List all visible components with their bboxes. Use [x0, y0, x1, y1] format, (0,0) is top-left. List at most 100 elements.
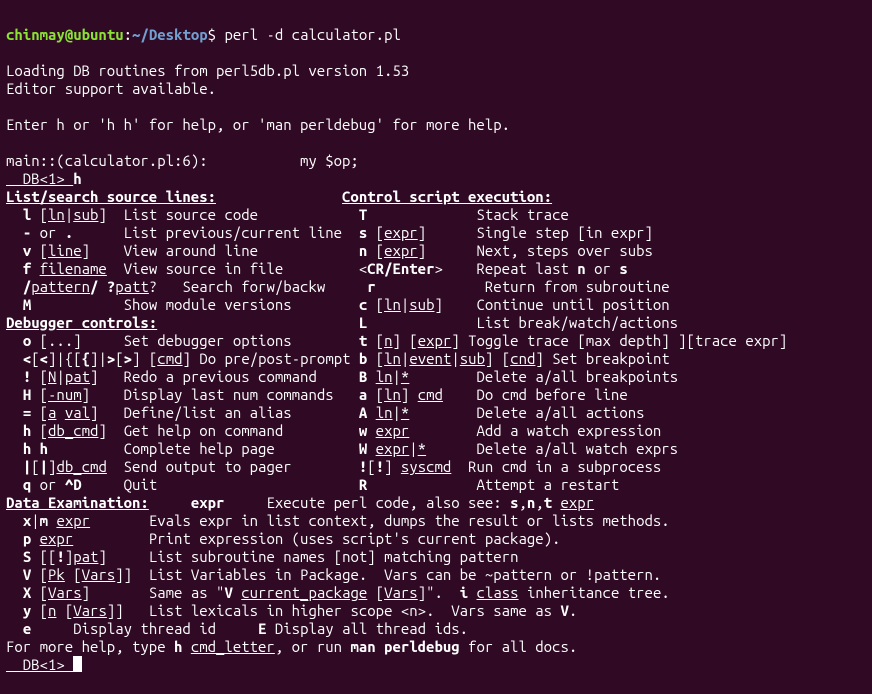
prompt-dir: Desktop: [149, 26, 208, 43]
desc-T: Stack trace: [476, 206, 568, 223]
desc-w: Add a watch expression: [476, 422, 661, 439]
desc-s: Single step [in expr]: [477, 224, 653, 241]
arg-line: line: [48, 242, 82, 259]
cmd-v: v: [23, 242, 31, 259]
desc-o: Set debugger options: [124, 332, 292, 349]
cursor-icon: [73, 656, 82, 672]
cmd-a: a: [359, 386, 367, 403]
desc-p: Print expression (uses script's current …: [149, 530, 561, 547]
desc-expr: Execute perl code, also see:: [266, 494, 501, 511]
desc-pipe: Send output to pager: [124, 458, 292, 475]
cmd-M: M: [23, 296, 31, 313]
desc-n: Next, steps over subs: [477, 242, 653, 259]
cmd-w: w: [359, 422, 367, 439]
cmd-m: m: [40, 512, 48, 529]
desc-bang: Redo a previous command: [124, 368, 317, 385]
cmd-r: r: [367, 278, 375, 295]
arg-sub: sub: [73, 206, 98, 223]
cmd-L: L: [359, 314, 367, 331]
desc-eq: Define/list an alias: [124, 404, 292, 421]
arg-n: n: [384, 332, 392, 349]
cmd-H: H: [23, 386, 31, 403]
cmd-hh: h h: [23, 440, 48, 457]
desc-B: Delete a/all breakpoints: [477, 368, 679, 385]
desc-M: Show module versions: [124, 296, 292, 313]
cmd-n: n: [359, 242, 367, 259]
desc-dash: List previous/current line: [124, 224, 342, 241]
intro-line-2: Editor support available.: [6, 80, 216, 97]
footer-p1: For more help, type: [6, 638, 174, 655]
cmd-slash: /: [23, 278, 31, 295]
prompt-user: chinmay: [6, 26, 65, 43]
prompt-dollar: $: [208, 26, 216, 43]
terminal-output[interactable]: chinmay@ubuntu:~/Desktop$ perl -d calcul…: [0, 0, 872, 694]
cmd-h: h: [23, 422, 31, 439]
prompt-host: ubuntu: [73, 26, 123, 43]
arg-patt: patt: [115, 278, 149, 295]
arg-expr: expr: [384, 224, 418, 241]
cmd-i: i: [460, 584, 468, 601]
desc-h: Get help on command: [124, 422, 284, 439]
prompt-command: perl -d calculator.pl: [216, 26, 401, 43]
desc-E: Display all thread ids.: [275, 620, 468, 637]
cmd-T: T: [359, 206, 367, 223]
arg-filename: filename: [40, 260, 107, 277]
cmd-y: y: [23, 602, 31, 619]
arg-ln: ln: [384, 296, 401, 313]
cmd-S: S: [23, 548, 31, 565]
arg-expr: expr: [418, 332, 452, 349]
desc-V: List Variables in Package. Vars can be ~…: [149, 566, 661, 583]
prompt-slash: /: [140, 26, 148, 43]
cmd-W: W: [359, 440, 367, 457]
cmd-b: b: [359, 350, 367, 367]
desc-y: List lexicals in higher scope <n>. Vars …: [149, 602, 561, 619]
cmd-R: R: [359, 476, 367, 493]
cmd-V: V: [23, 566, 31, 583]
arg-o: [...]: [40, 332, 82, 349]
cmd-f: f: [23, 260, 31, 277]
intro-line-1: Loading DB routines from perl5db.pl vers…: [6, 62, 409, 79]
intro-main: main::(calculator.pl:6): my $op;: [6, 152, 359, 169]
desc-pattern: Search forw/backw: [182, 278, 325, 295]
cmd-B: B: [359, 368, 367, 385]
desc-W: Delete a/all watch exprs: [476, 440, 678, 457]
cmd-e: e: [23, 620, 31, 637]
cmd-t: t: [359, 332, 367, 349]
desc-f: View source in file: [115, 260, 283, 277]
cmd-x: x: [23, 512, 31, 529]
cmd-q: q: [23, 476, 31, 493]
arg-pattern: pattern: [31, 278, 90, 295]
cmd-expr: expr: [191, 494, 225, 511]
desc-L: List break/watch/actions: [476, 314, 678, 331]
cmd-X: X: [23, 584, 31, 601]
arg-cmd: cmd: [157, 350, 182, 367]
desc-a: Do cmd before line: [477, 386, 628, 403]
desc-prepost: Do pre/post-prompt: [199, 350, 350, 367]
db-prompt-2[interactable]: DB<1>: [6, 656, 73, 673]
cmd-p: p: [23, 530, 31, 547]
desc-t: Toggle trace [max depth] ][trace expr]: [468, 332, 787, 349]
desc-cr: Repeat last: [476, 260, 577, 277]
cmd-E: E: [258, 620, 266, 637]
desc-e: Display thread id: [73, 620, 216, 637]
prompt-colon: :: [124, 26, 132, 43]
desc-c: Continue until position: [477, 296, 670, 313]
desc-v: View around line: [124, 242, 258, 259]
cmd-bang: !: [23, 368, 31, 385]
desc-R: Attempt a restart: [476, 476, 619, 493]
desc-b: Set breakpoint: [552, 350, 670, 367]
header-dataexam: Data Examination:: [6, 494, 149, 511]
desc-q: Quit: [124, 476, 158, 493]
desc-S: List subroutine names [not] matching pat…: [149, 548, 519, 565]
desc-l: List source code: [107, 206, 258, 223]
cmd-o: o: [23, 332, 31, 349]
desc-xm: Evals expr in list context, dumps the re…: [149, 512, 670, 529]
db-cmd-h: h: [73, 170, 81, 187]
desc-r: Return from subroutine: [485, 278, 670, 295]
desc-bang2: Run cmd in a subprocess: [468, 458, 661, 475]
arg-ln: ln: [48, 206, 65, 223]
cmd-dash: -: [23, 224, 40, 241]
cmd-ctrld: ^D: [65, 476, 82, 493]
prompt-at: @: [65, 26, 73, 43]
header-ctrl: Control script execution:: [342, 188, 552, 205]
